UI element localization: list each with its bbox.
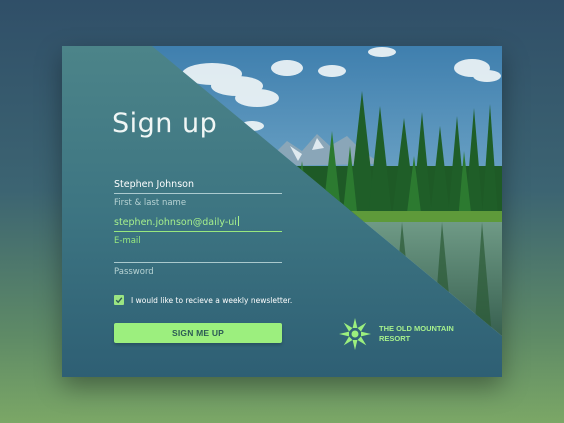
sun-star-icon bbox=[339, 318, 371, 350]
email-label: E-mail bbox=[114, 236, 141, 246]
resort-name: THE OLD MOUNTAIN RESORT bbox=[379, 324, 454, 344]
email-field[interactable]: stephen.johnson@daily-ui E-mail bbox=[114, 216, 282, 246]
name-label: First & last name bbox=[114, 198, 187, 208]
name-field[interactable]: Stephen Johnson First & last name bbox=[114, 178, 282, 208]
resort-name-line1: THE OLD MOUNTAIN bbox=[379, 324, 454, 333]
password-input[interactable] bbox=[114, 247, 282, 260]
name-input[interactable]: Stephen Johnson bbox=[114, 178, 282, 191]
name-underline bbox=[114, 193, 282, 194]
email-input[interactable]: stephen.johnson@daily-ui bbox=[114, 216, 282, 229]
page-title: Sign up bbox=[112, 108, 218, 139]
resort-logo: THE OLD MOUNTAIN RESORT bbox=[337, 316, 454, 352]
newsletter-label: I would like to recieve a weekly newslet… bbox=[131, 295, 293, 305]
password-field[interactable]: Password bbox=[114, 247, 282, 277]
newsletter-option[interactable]: I would like to recieve a weekly newslet… bbox=[114, 295, 292, 305]
newsletter-checkbox[interactable] bbox=[114, 295, 124, 305]
email-underline bbox=[114, 231, 282, 232]
password-underline bbox=[114, 262, 282, 263]
text-caret bbox=[237, 216, 239, 226]
resort-name-line2: RESORT bbox=[379, 334, 411, 343]
checkmark-icon bbox=[115, 297, 123, 304]
email-value: stephen.johnson@daily-ui bbox=[114, 217, 237, 228]
password-label: Password bbox=[114, 267, 154, 277]
sign-me-up-button[interactable]: SIGN ME UP bbox=[114, 323, 282, 343]
signup-card: Sign up Stephen Johnson First & last nam… bbox=[62, 46, 502, 377]
